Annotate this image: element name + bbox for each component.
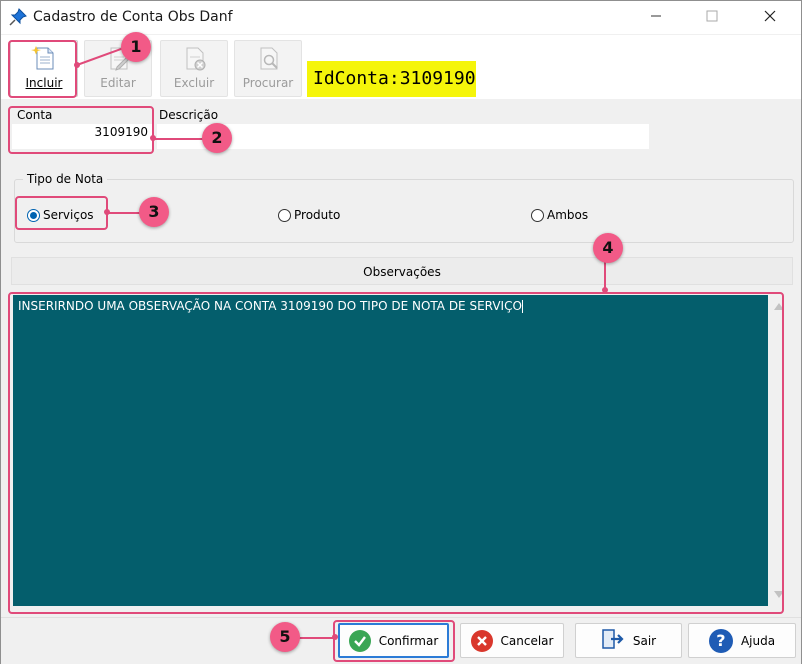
annotation-leader-2 — [153, 138, 208, 140]
excluir-label: Excluir — [173, 76, 215, 90]
annotation-badge-3: 3 — [139, 197, 169, 227]
help-icon: ? — [708, 628, 733, 653]
descricao-label: Descrição — [159, 108, 219, 122]
exit-door-icon — [601, 628, 625, 653]
radio-produto-label: Produto — [294, 208, 341, 222]
tipo-nota-group — [14, 179, 794, 243]
maximize-icon — [706, 10, 718, 25]
editar-label: Editar — [100, 76, 136, 90]
pin-icon — [9, 8, 27, 26]
close-button[interactable] — [747, 1, 793, 34]
idconta-display: IdConta:3109190 — [307, 61, 476, 97]
annotation-box-incluir — [8, 40, 77, 98]
annotation-badge-1: 1 — [121, 32, 151, 62]
annotation-dot-3 — [104, 209, 110, 215]
radio-ambos-label: Ambos — [547, 208, 589, 222]
procurar-button[interactable]: Procurar — [234, 40, 302, 97]
excluir-button[interactable]: Excluir — [160, 40, 228, 97]
annotation-dot-5 — [332, 634, 338, 640]
cancel-icon — [470, 629, 493, 652]
radio-unselected-icon — [278, 208, 291, 222]
minimize-icon — [650, 10, 662, 25]
radio-ambos[interactable]: Ambos — [531, 207, 588, 223]
ajuda-button[interactable]: ? Ajuda — [688, 623, 796, 658]
maximize-button[interactable] — [689, 1, 735, 34]
search-document-icon — [255, 45, 281, 71]
radio-unselected-icon — [531, 208, 544, 222]
annotation-box-confirmar — [333, 620, 455, 662]
annotation-badge-4: 4 — [593, 233, 623, 263]
annotation-dot-2 — [150, 135, 156, 141]
sair-button[interactable]: Sair — [575, 623, 682, 658]
close-icon — [764, 10, 776, 25]
observacoes-header: Observações — [11, 257, 793, 285]
annotation-leader-5 — [298, 637, 336, 639]
annotation-badge-5: 5 — [270, 622, 300, 652]
procurar-label: Procurar — [242, 76, 294, 90]
annotation-box-observacoes — [8, 292, 784, 614]
window-title: Cadastro de Conta Obs Danf — [33, 9, 233, 25]
cancelar-button[interactable]: Cancelar — [460, 623, 564, 658]
cancelar-label: Cancelar — [500, 633, 554, 648]
tipo-nota-title: Tipo de Nota — [23, 172, 108, 186]
delete-document-icon — [181, 45, 207, 71]
annotation-box-servicos — [15, 196, 108, 230]
annotation-box-conta — [8, 106, 154, 154]
sair-label: Sair — [632, 633, 657, 648]
annotation-leader-3 — [107, 212, 142, 214]
annotation-dot-4 — [602, 287, 608, 293]
title-bar: Cadastro de Conta Obs Danf — [1, 1, 801, 34]
ajuda-label: Ajuda — [740, 633, 776, 648]
annotation-badge-2: 2 — [202, 123, 232, 153]
minimize-button[interactable] — [633, 1, 679, 34]
annotation-dot-1 — [74, 62, 80, 68]
radio-produto[interactable]: Produto — [278, 207, 340, 223]
